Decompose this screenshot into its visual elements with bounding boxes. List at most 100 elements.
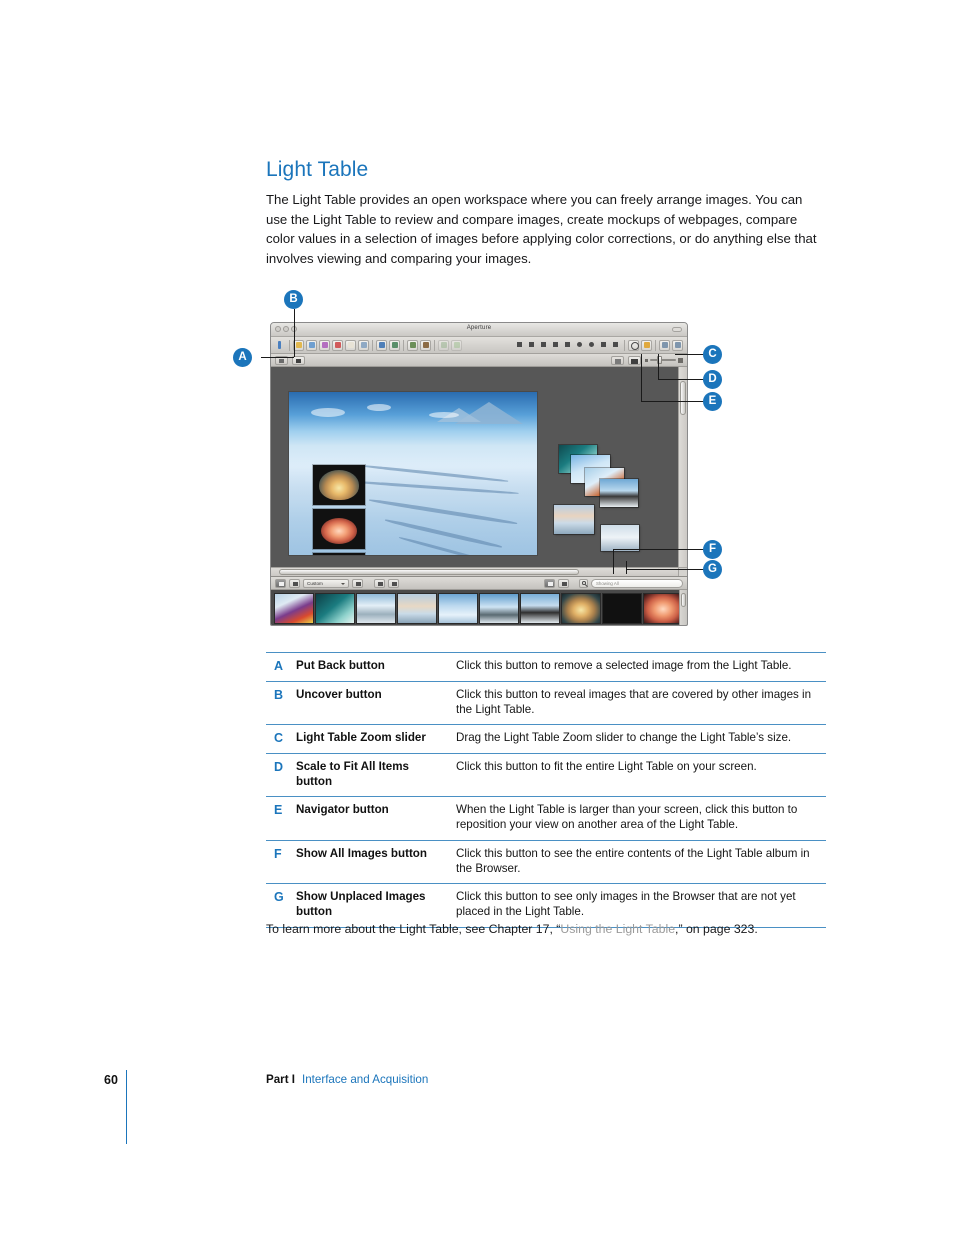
cross-reference-link[interactable]: Using the Light Table [560, 922, 675, 936]
callout-a: A [233, 348, 252, 367]
grid-view-button[interactable] [275, 578, 286, 588]
browser-thumbnail[interactable] [357, 593, 395, 623]
zoom-in-icon[interactable] [678, 357, 683, 363]
unstack-icon[interactable] [420, 339, 431, 351]
toolbar-group-library [293, 339, 369, 351]
new-smart-album-icon[interactable] [319, 339, 330, 351]
compare-icon[interactable] [438, 339, 449, 351]
navigator-button[interactable] [611, 355, 624, 365]
toolbar-group-adjust [376, 339, 400, 351]
rotate-right-tool-icon[interactable] [539, 340, 549, 351]
legend-letter: B [266, 681, 296, 726]
light-table-surface[interactable] [271, 367, 679, 568]
leader-line-d-v [658, 354, 659, 379]
selection-tool-icon[interactable] [515, 340, 525, 351]
cloud-shape [429, 412, 459, 418]
light-table-image-sea-urchin[interactable] [313, 553, 365, 555]
stamp-tool-icon[interactable] [611, 340, 621, 351]
photo-fill [480, 593, 518, 623]
callout-g: G [703, 560, 722, 579]
rotate-left-tool-icon[interactable] [527, 340, 537, 351]
photo-fill [316, 593, 354, 623]
loupe-icon[interactable] [628, 339, 639, 351]
select-icon[interactable] [451, 339, 462, 351]
browser-thumbnail[interactable] [562, 593, 600, 623]
zoom-slider-track[interactable] [650, 356, 676, 364]
list-view-button[interactable] [289, 578, 300, 588]
scrollbar-thumb[interactable] [279, 569, 579, 575]
table-row: B Uncover button Click this button to re… [266, 681, 826, 726]
legend-description: When the Light Table is larger than your… [456, 796, 826, 841]
light-table-zoom-slider[interactable] [645, 356, 683, 364]
import-icon[interactable] [275, 340, 286, 351]
cloud-shape [311, 408, 345, 417]
legend-letter: F [266, 840, 296, 885]
crop-tool-icon[interactable] [551, 340, 561, 351]
legend-letter: C [266, 724, 296, 755]
legend-term: Scale to Fit All Items button [296, 753, 456, 798]
browser-thumbnail[interactable] [275, 593, 313, 623]
browser-thumbnail[interactable] [439, 593, 477, 623]
lift-icon[interactable] [376, 339, 387, 351]
browser-thumbnail[interactable] [521, 593, 559, 623]
light-table-image-ice-field[interactable] [601, 525, 639, 551]
light-table-image-anemone-orange[interactable] [313, 509, 365, 549]
new-album-icon[interactable] [306, 339, 317, 351]
browser-thumbnail[interactable] [603, 593, 641, 623]
keywords-icon[interactable] [641, 339, 652, 351]
filmstrip-scrollbar[interactable] [679, 590, 687, 625]
inspector-toggle-icon[interactable] [659, 339, 670, 351]
footer-running-head: Part I Interface and Acquisition [266, 1073, 428, 1086]
browser-view-popup[interactable]: Custom [303, 578, 349, 588]
light-table-vertical-scrollbar[interactable] [678, 367, 687, 568]
search-input[interactable]: Showing All [591, 578, 683, 588]
legend-letter: A [266, 652, 296, 682]
full-screen-icon[interactable] [672, 339, 683, 351]
search-icon[interactable] [579, 578, 588, 588]
new-book-icon[interactable] [345, 339, 356, 351]
browser-thumbnail[interactable] [316, 593, 354, 623]
light-table-image-anemone-yellow[interactable] [313, 465, 365, 505]
show-all-images-button[interactable] [544, 578, 555, 588]
leader-line-f-h [613, 549, 712, 550]
browser-thumbnail[interactable] [480, 593, 518, 623]
scrollbar-thumb[interactable] [681, 593, 686, 607]
page-number: 60 [104, 1073, 118, 1087]
legend-term: Light Table Zoom slider [296, 724, 456, 755]
light-table-image-penguins[interactable] [600, 479, 638, 507]
leader-line-e-v [641, 354, 642, 401]
rotate-clockwise-button[interactable] [388, 578, 399, 588]
spot-patch-tool-icon[interactable] [575, 340, 585, 351]
rotate-counterclockwise-button[interactable] [374, 578, 385, 588]
table-row: F Show All Images button Click this butt… [266, 840, 826, 885]
red-eye-tool-icon[interactable] [587, 340, 597, 351]
light-table-image-glacier[interactable] [289, 392, 537, 555]
new-light-table-icon[interactable] [332, 339, 343, 351]
stack-icon[interactable] [407, 339, 418, 351]
leader-line-g-v [626, 561, 627, 574]
photo-fill [600, 479, 638, 507]
straighten-tool-icon[interactable] [563, 340, 573, 351]
window-titlebar: Aperture [271, 323, 687, 337]
scrollbar-thumb[interactable] [680, 381, 686, 415]
new-webpage-icon[interactable] [358, 339, 369, 351]
toolbar-divider [289, 339, 290, 351]
stamp-icon[interactable] [389, 339, 400, 351]
browser-thumbnail[interactable] [644, 593, 682, 623]
table-row: E Navigator button When the Light Table … [266, 796, 826, 841]
view-options-button[interactable] [352, 578, 363, 588]
legend-letter: D [266, 753, 296, 798]
legend-description: Click this button to fit the entire Ligh… [456, 753, 826, 798]
figure-light-table: A B C D E F G Aperture Custom Showing Al… [226, 286, 736, 638]
show-unplaced-images-button[interactable] [558, 578, 569, 588]
lift-tool-icon[interactable] [599, 340, 609, 351]
browser-filmstrip[interactable] [271, 590, 687, 625]
browser-thumbnail[interactable] [398, 593, 436, 623]
light-table-horizontal-scrollbar[interactable] [271, 567, 679, 576]
zoom-out-icon[interactable] [645, 358, 648, 362]
light-table-image-sunset-ice[interactable] [554, 505, 594, 534]
light-table-canvas[interactable] [271, 367, 687, 577]
toolbar-toggle-button[interactable] [672, 327, 682, 332]
leader-line-b [294, 309, 295, 357]
scale-to-fit-all-items-button[interactable] [628, 355, 641, 365]
